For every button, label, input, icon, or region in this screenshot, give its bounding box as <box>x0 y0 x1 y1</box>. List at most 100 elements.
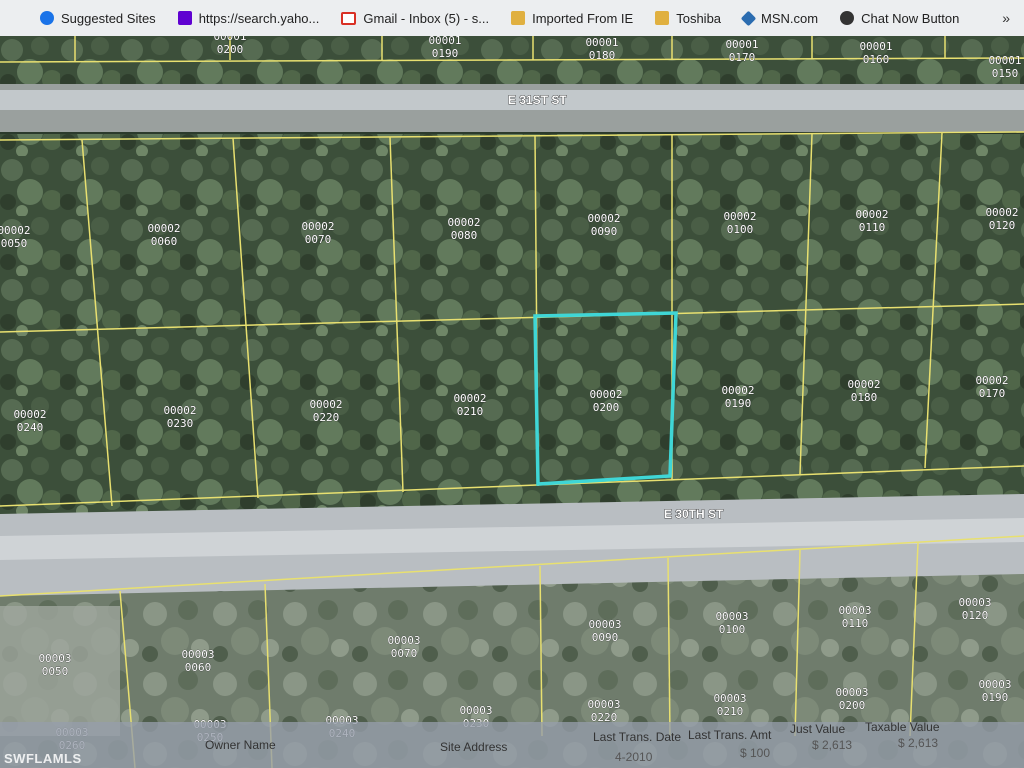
parcel-lot-label: 0090 <box>591 225 618 238</box>
parcel-map[interactable]: E 31ST ST E 30TH ST 00001020000001019000… <box>0 36 1024 768</box>
parcel-lot-label: 0070 <box>391 647 418 660</box>
parcel-block-label: 00003 <box>181 648 214 661</box>
parcel-block-label: 00001 <box>585 36 618 49</box>
parcel-lot-label: 0110 <box>859 221 886 234</box>
parcel-lot-label: 0100 <box>727 223 754 236</box>
street-label-north: E 31ST ST <box>508 93 567 107</box>
msn-icon <box>740 10 757 26</box>
parcel-lot-label: 0060 <box>185 661 212 674</box>
parcel-lot-label: 0050 <box>42 665 69 678</box>
header-owner-name: Owner Name <box>205 738 276 752</box>
value-taxable-value: $ 2,613 <box>898 736 939 750</box>
parcel-block-label: 00002 <box>587 212 620 225</box>
header-last-trans-date: Last Trans. Date <box>593 730 682 744</box>
parcel-block-label: 00002 <box>301 220 334 233</box>
parcel-lot-label: 0180 <box>589 49 616 62</box>
parcel-block-label: 00002 <box>13 408 46 421</box>
parcel-block-label: 00002 <box>985 206 1018 219</box>
folder-icon <box>655 11 670 25</box>
bookmark-imported-from-ie[interactable]: Imported From IE <box>511 11 633 26</box>
parcel-block-label: 00001 <box>988 54 1021 67</box>
parcel-block-label: 00003 <box>978 678 1011 691</box>
bookmark-gmail[interactable]: Gmail - Inbox (5) - s... <box>341 11 489 26</box>
header-just-value: Just Value <box>790 722 846 736</box>
parcel-lot-label: 0100 <box>719 623 746 636</box>
parcel-block-label: 00003 <box>38 652 71 665</box>
bookmark-label: https://search.yaho... <box>198 10 320 26</box>
bookmarks-more-button[interactable]: » <box>1002 10 1010 26</box>
header-taxable-value: Taxable Value <box>865 720 940 734</box>
parcel-block-label: 00003 <box>715 610 748 623</box>
road-e-31st-st <box>0 84 1024 132</box>
parcel-lot-label: 0120 <box>989 219 1016 232</box>
parcel-lot-label: 0210 <box>457 405 484 418</box>
parcel-lot-label: 0240 <box>17 421 44 434</box>
parcel-lot-label: 0150 <box>992 67 1019 80</box>
watermark: SWFLAMLS <box>4 751 82 766</box>
parcel-block-label: 00003 <box>588 618 621 631</box>
bookmark-yahoo-search[interactable]: https://search.yaho... <box>177 10 320 26</box>
parcel-block-label: 00002 <box>847 378 880 391</box>
parcel-block-label: 00003 <box>713 692 746 705</box>
parcel-info-table: Owner Name Site Address Last Trans. Date… <box>0 720 1024 768</box>
value-last-trans-date: 4-2010 <box>615 750 653 764</box>
gmail-icon <box>341 11 357 25</box>
parcel-lot-label: 0080 <box>451 229 478 242</box>
parcel-block-label: 00001 <box>213 36 246 43</box>
parcel-lot-label: 0060 <box>151 235 178 248</box>
yahoo-icon <box>177 11 192 25</box>
bookmark-toshiba[interactable]: Toshiba <box>655 11 721 26</box>
parcel-lot-label: 0200 <box>593 401 620 414</box>
parcel-block-label: 00003 <box>838 604 871 617</box>
bookmarks-bar: Suggested Sites https://search.yaho... G… <box>0 0 1024 36</box>
parcel-block-label: 00002 <box>147 222 180 235</box>
parcel-block-label: 00003 <box>958 596 991 609</box>
street-label-south: E 30TH ST <box>664 507 724 521</box>
bookmark-label: Chat Now Button <box>861 10 960 26</box>
parcel-lot-label: 0210 <box>717 705 744 718</box>
bookmark-suggested-sites[interactable]: Suggested Sites <box>40 11 156 26</box>
globe-icon <box>840 11 855 25</box>
bookmark-msn[interactable]: MSN.com <box>740 10 819 26</box>
parcel-block-label: 00002 <box>589 388 622 401</box>
bookmark-label: Toshiba <box>676 10 722 26</box>
bookmark-label: MSN.com <box>761 10 819 26</box>
bookmark-label: Imported From IE <box>532 10 634 26</box>
folder-icon <box>511 11 526 25</box>
parcel-lot-label: 0090 <box>592 631 619 644</box>
parcel-lot-label: 0200 <box>839 699 866 712</box>
parcel-lot-label: 0170 <box>729 51 756 64</box>
parcel-lot-label: 0110 <box>842 617 869 630</box>
header-last-trans-amt: Last Trans. Amt <box>688 728 772 742</box>
parcel-block-label: 00002 <box>723 210 756 223</box>
parcel-block-label: 00002 <box>975 374 1008 387</box>
parcel-lot-label: 0230 <box>167 417 194 430</box>
parcel-block-label: 00002 <box>0 224 31 237</box>
value-last-trans-amt: $ 100 <box>740 746 771 760</box>
bookmark-label: Gmail - Inbox (5) - s... <box>363 10 490 26</box>
parcel-block-label: 00003 <box>459 704 492 717</box>
parcel-block-label: 00002 <box>309 398 342 411</box>
parcel-lot-label: 0190 <box>432 47 459 60</box>
parcel-block-label: 00002 <box>721 384 754 397</box>
bookmark-chat-now-button[interactable]: Chat Now Button <box>840 11 959 26</box>
parcel-lot-label: 0050 <box>1 237 28 250</box>
bookmark-label: Suggested Sites <box>61 10 156 26</box>
header-site-address: Site Address <box>440 740 508 754</box>
parcel-block-label: 00001 <box>428 36 461 47</box>
value-just-value: $ 2,613 <box>812 738 853 752</box>
parcel-block-label: 00001 <box>725 38 758 51</box>
parcel-block-label: 00001 <box>859 40 892 53</box>
parcel-lot-label: 0200 <box>217 43 244 56</box>
parcel-block-label: 00002 <box>163 404 196 417</box>
parcel-block-label: 00003 <box>587 698 620 711</box>
vegetation-block-north <box>0 134 1024 514</box>
parcel-block-label: 00002 <box>453 392 486 405</box>
parcel-lot-label: 0070 <box>305 233 332 246</box>
parcel-block-label: 00002 <box>855 208 888 221</box>
parcel-lot-label: 0160 <box>863 53 890 66</box>
suggested-sites-icon <box>40 11 54 25</box>
parcel-block-label: 00003 <box>387 634 420 647</box>
parcel-lot-label: 0220 <box>313 411 340 424</box>
parcel-lot-label: 0170 <box>979 387 1006 400</box>
